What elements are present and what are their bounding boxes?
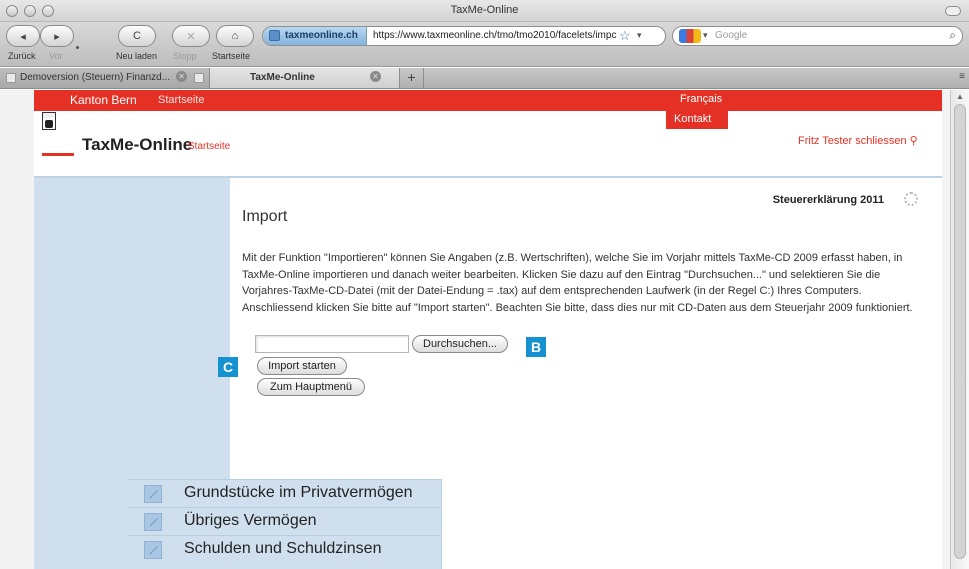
search-engine-icon[interactable] xyxy=(679,29,701,43)
import-description: Mit der Funktion "Importieren" können Si… xyxy=(242,252,913,314)
tab-overflow-icon[interactable]: ≡ xyxy=(959,71,965,82)
main-menu-button[interactable]: Zum Hauptmenü xyxy=(257,378,365,396)
search-input[interactable]: Google xyxy=(715,30,747,41)
back-button[interactable]: ◂ xyxy=(6,25,40,47)
stop-label: Stopp xyxy=(173,51,197,61)
import-start-button[interactable]: Import starten xyxy=(257,357,347,375)
back-label: Zurück xyxy=(8,51,36,61)
reload-icon: C xyxy=(133,30,141,42)
tab-close-icon[interactable]: ✕ xyxy=(176,71,187,82)
search-icon[interactable]: ⌕ xyxy=(949,28,956,43)
browser-toolbar: ◂ ▸ C ✕ ⌂ Zurück Vor Neu laden Stopp Sta… xyxy=(0,22,969,67)
callout-marker-c: C xyxy=(218,357,238,377)
search-engine-dropdown-icon[interactable]: ▾ xyxy=(703,30,708,41)
language-switch-link[interactable]: Français xyxy=(680,93,722,105)
tab-taxme-online[interactable]: TaxMe-Online ✕ xyxy=(210,68,400,88)
url-history-dropdown-icon[interactable]: ▾ xyxy=(637,30,642,41)
page-title: Import xyxy=(242,208,288,225)
close-session-link[interactable]: Fritz Tester schliessen ⚲ xyxy=(798,134,918,147)
tax-year-label: Steuererklärung 2011 xyxy=(772,194,884,206)
url-text[interactable]: https://www.taxmeonline.ch/tmo/tmo2010/f… xyxy=(373,30,616,41)
reload-label: Neu laden xyxy=(116,51,158,61)
scroll-up-icon[interactable]: ▲ xyxy=(956,92,964,101)
kanton-startseite-link[interactable]: Startseite xyxy=(158,94,204,106)
vertical-scrollbar[interactable]: ▲ xyxy=(950,90,969,569)
loading-spinner-icon xyxy=(904,192,918,206)
kontakt-tab[interactable]: Kontakt xyxy=(666,111,728,129)
site-identity-label: taxmeonline.ch xyxy=(285,30,358,41)
sidebar-item-schulden[interactable]: Schulden und Schuldzinsen xyxy=(128,536,440,564)
app-logo-title[interactable]: TaxMe-Online xyxy=(82,135,192,155)
site-identity-button[interactable]: taxmeonline.ch xyxy=(263,27,367,45)
sidebar-item-uebriges-vermoegen[interactable]: Übriges Vermögen xyxy=(128,508,440,536)
toolbar-toggle-button[interactable] xyxy=(945,6,961,16)
sidebar-item-label: Schulden und Schuldzinsen xyxy=(184,540,382,557)
kontakt-link[interactable]: Kontakt xyxy=(674,113,711,125)
search-bar[interactable]: ▾ Google ⌕ xyxy=(672,26,963,46)
tab-favicon-icon xyxy=(194,73,204,83)
kanton-bern-link[interactable]: Kanton Bern xyxy=(70,93,137,107)
bookmark-star-icon[interactable]: ☆ xyxy=(619,28,631,44)
sidebar-item-label: Übriges Vermögen xyxy=(184,512,317,529)
forward-button[interactable]: ▸ xyxy=(40,25,74,47)
callout-marker-b: B xyxy=(526,337,546,357)
tab-demoversion[interactable]: Demoversion (Steuern) Finanzd... ✕ xyxy=(0,68,210,88)
reload-button[interactable]: C xyxy=(118,25,156,47)
tab-close-icon[interactable]: ✕ xyxy=(370,71,381,82)
sidebar-item-grundstuecke[interactable]: Grundstücke im Privatvermögen xyxy=(128,480,440,508)
edit-icon xyxy=(144,541,162,559)
window-titlebar: TaxMe-Online xyxy=(0,0,969,22)
new-tab-button[interactable]: + xyxy=(400,68,424,88)
tab-label: TaxMe-Online xyxy=(250,72,315,83)
browse-button[interactable]: Durchsuchen... xyxy=(412,335,508,353)
home-button[interactable]: ⌂ xyxy=(216,25,254,47)
home-icon: ⌂ xyxy=(231,30,239,42)
sidebar-zoom-inset: Grundstücke im Privatvermögen Übriges Ve… xyxy=(128,479,442,569)
bern-crest-icon xyxy=(42,112,56,130)
logo-accent-bar xyxy=(42,153,74,156)
history-dropdown-dot xyxy=(76,46,79,49)
back-icon: ◂ xyxy=(20,30,26,43)
window-title: TaxMe-Online xyxy=(450,4,519,16)
edit-icon xyxy=(144,485,162,503)
site-favicon-icon xyxy=(269,30,280,41)
tab-bar: Demoversion (Steuern) Finanzd... ✕ TaxMe… xyxy=(0,68,969,89)
home-label: Startseite xyxy=(212,51,251,61)
header-red-band: Kanton Bern Startseite Français xyxy=(34,90,942,111)
stop-button[interactable]: ✕ xyxy=(172,25,210,47)
sidebar-item-label: Grundstücke im Privatvermögen xyxy=(184,484,413,501)
tab-favicon-icon xyxy=(6,73,16,83)
edit-icon xyxy=(144,513,162,531)
tab-label: Demoversion (Steuern) Finanzd... xyxy=(20,72,171,83)
file-path-input[interactable] xyxy=(255,335,409,353)
app-startseite-link[interactable]: Startseite xyxy=(188,141,230,152)
forward-icon: ▸ xyxy=(54,30,60,43)
forward-label: Vor xyxy=(49,51,63,61)
scrollbar-thumb[interactable] xyxy=(954,104,966,559)
stop-icon: ✕ xyxy=(186,30,196,43)
address-bar[interactable]: taxmeonline.ch https://www.taxmeonline.c… xyxy=(262,26,666,46)
